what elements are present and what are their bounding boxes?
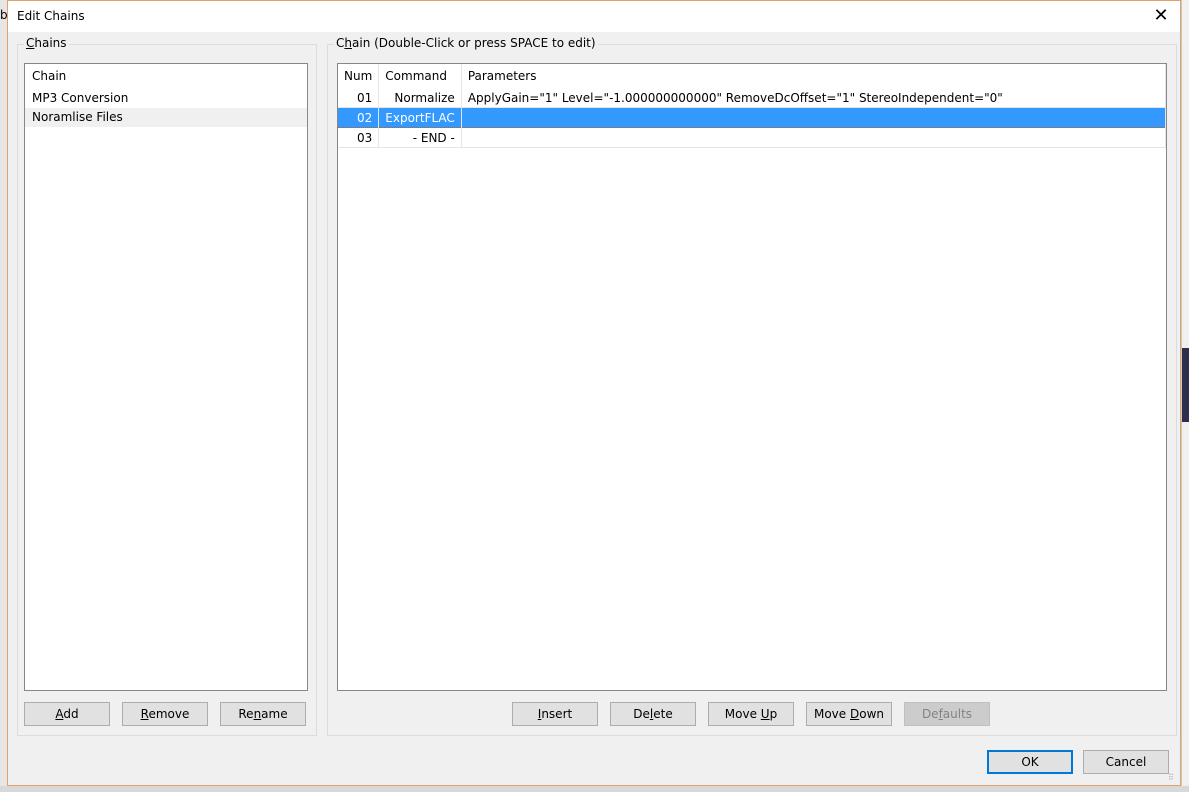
rename-button[interactable]: Rename: [220, 702, 306, 726]
ok-button[interactable]: OK: [987, 750, 1073, 774]
insert-button[interactable]: Insert: [512, 702, 598, 726]
title-bar: Edit Chains ✕: [8, 1, 1180, 32]
delete-button[interactable]: Delete: [610, 702, 696, 726]
row-parameters: [461, 107, 1166, 128]
table-header-row: Num Command Parameters: [338, 64, 1166, 88]
remove-button[interactable]: Remove: [122, 702, 208, 726]
defaults-button[interactable]: Defaults: [904, 702, 990, 726]
table-row-selected[interactable]: 02 ExportFLAC: [338, 107, 1166, 128]
chains-group-label: Chains: [24, 36, 69, 50]
window-title: Edit Chains: [17, 9, 85, 23]
chains-list-header[interactable]: Chain: [25, 64, 307, 89]
table-row[interactable]: 01 Normalize ApplyGain="1" Level="-1.000…: [338, 88, 1166, 108]
chain-item-noramlise-files[interactable]: Noramlise Files: [25, 108, 307, 127]
chains-list[interactable]: Chain MP3 Conversion Noramlise Files: [24, 63, 308, 691]
column-header-num[interactable]: Num: [338, 64, 380, 88]
close-icon[interactable]: ✕: [1150, 5, 1172, 27]
chain-group-label: Chain (Double-Click or press SPACE to ed…: [334, 36, 598, 50]
row-command: - END -: [378, 127, 462, 148]
row-num: 03: [338, 127, 380, 148]
chain-item-mp3-conversion[interactable]: MP3 Conversion: [25, 89, 307, 108]
row-command: Normalize: [378, 88, 462, 108]
move-down-button[interactable]: Move Down: [806, 702, 892, 726]
edit-chains-dialog: Edit Chains ✕ Chains Chain MP3 Conversio…: [7, 0, 1181, 786]
column-header-command[interactable]: Command: [378, 64, 462, 88]
background-window-right: [1182, 0, 1189, 792]
row-num: 01: [338, 88, 380, 108]
row-parameters: ApplyGain="1" Level="-1.000000000000" Re…: [461, 88, 1166, 108]
background-window-bottom: [0, 786, 1189, 792]
chain-commands-table[interactable]: Num Command Parameters 01 Normalize Appl…: [337, 63, 1167, 691]
move-up-button[interactable]: Move Up: [708, 702, 794, 726]
row-num: 02: [338, 107, 380, 128]
table-row[interactable]: 03 - END -: [338, 127, 1166, 148]
row-parameters: [461, 127, 1166, 148]
background-panel: [1182, 348, 1189, 422]
add-button[interactable]: Add: [24, 702, 110, 726]
cancel-button[interactable]: Cancel: [1083, 750, 1169, 774]
column-header-parameters[interactable]: Parameters: [461, 64, 1166, 88]
resize-grip-icon[interactable]: ⠿: [1168, 773, 1178, 783]
row-command: ExportFLAC: [378, 107, 462, 128]
